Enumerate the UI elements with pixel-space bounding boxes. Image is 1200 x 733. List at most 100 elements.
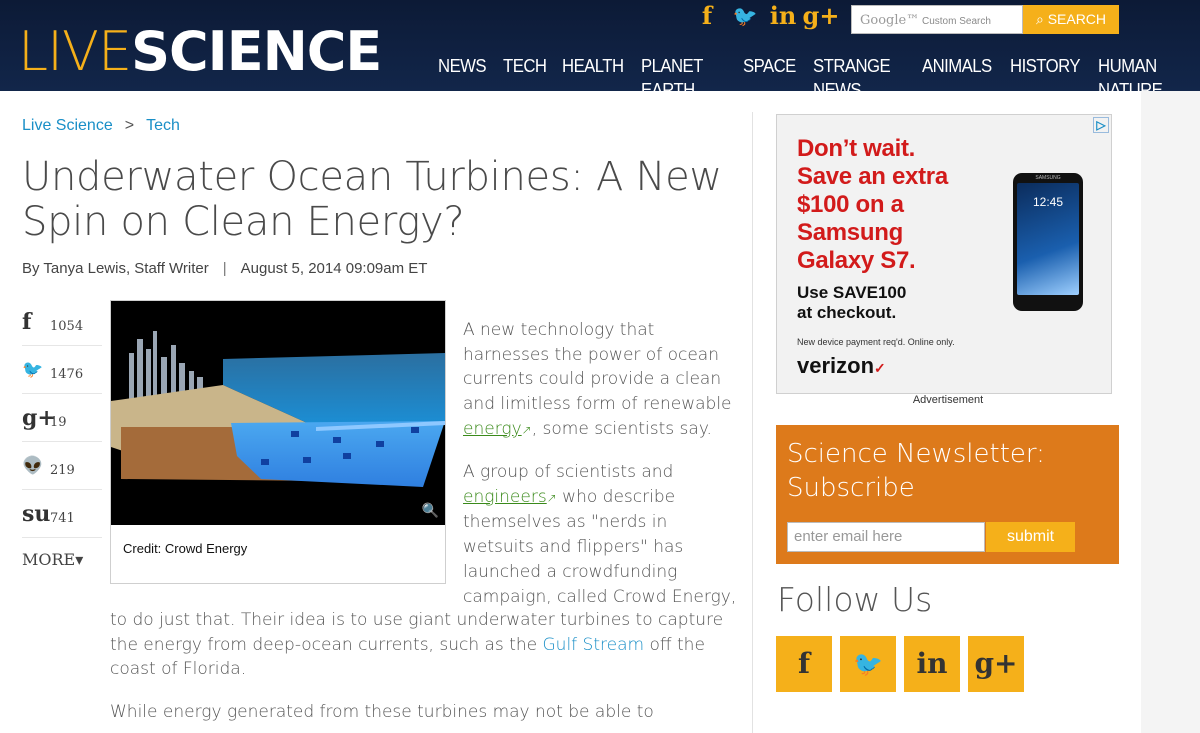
article-paragraph-1: A new technology that harnesses the powe… [463, 318, 738, 443]
publish-date: August 5, 2014 09:09am ET [240, 260, 428, 277]
nav-item-news[interactable]: NEWS [432, 54, 492, 102]
search-placeholder: Custom Search [922, 16, 991, 27]
linkedin-icon[interactable]: in [904, 636, 960, 692]
ad-promo-code: Use SAVE100 at checkout. [797, 283, 906, 323]
ad-code-line: Use SAVE100 [797, 283, 907, 302]
twitter-icon: 🐦 [22, 359, 44, 380]
ad-headline: Don’t wait. Save an extra $100 on a Sams… [797, 135, 948, 275]
chevron-down-icon: ▾ [75, 550, 84, 569]
reddit-icon: 👽 [22, 455, 44, 476]
phone-brand: SAMSUNG [1035, 175, 1061, 181]
article-figure: 🔍 Credit: Crowd Energy [110, 300, 446, 584]
share-more-button[interactable]: MORE▾ [22, 550, 102, 569]
googleplus-icon: g+ [22, 404, 56, 431]
figure-caption: Credit: Crowd Energy [123, 541, 248, 556]
search-button[interactable]: ⌕ SEARCH [1023, 5, 1119, 34]
energy-link[interactable]: energy [463, 419, 522, 439]
site-header: LIVESCIENCE f 🐦 in g+ Google™ Custom Sea… [0, 0, 1200, 100]
newsletter-title-line: Subscribe [787, 473, 915, 503]
submit-button[interactable]: submit [986, 522, 1075, 552]
breadcrumb-root[interactable]: Live Science [22, 117, 113, 134]
breadcrumb: Live Science > Tech [22, 117, 180, 135]
main-nav: NEWS TECH HEALTH PLANET EARTH SPACE STRA… [432, 54, 1200, 102]
search-brand: Google™ [860, 13, 920, 28]
logo-live: LIVE [18, 20, 132, 83]
external-link-icon: ↗ [546, 490, 557, 505]
logo-science: SCIENCE [131, 20, 382, 83]
site-logo[interactable]: LIVESCIENCE [18, 20, 382, 83]
byline-separator: | [222, 260, 227, 277]
phone-image: SAMSUNG 12:45 [1013, 173, 1083, 311]
article-title: Underwater Ocean Turbines: A New Spin on… [22, 154, 722, 245]
phone-screen: 12:45 [1017, 183, 1079, 295]
follow-us-heading: Follow Us [777, 580, 933, 619]
share-more-label: MORE [22, 550, 76, 569]
ad-headline-line: Galaxy S7. [797, 247, 916, 274]
nav-item-animals[interactable]: ANIMALS [916, 54, 998, 102]
ad-label: Advertisement [912, 394, 984, 406]
ad-brand-name: verizon [797, 353, 875, 378]
external-link-icon: ↗ [521, 422, 532, 437]
ad-headline-line: Save an extra [797, 163, 948, 190]
facebook-icon[interactable]: f [776, 636, 832, 692]
googleplus-icon[interactable]: g+ [802, 2, 840, 30]
newsletter-box: Science Newsletter: Subscribe enter emai… [776, 425, 1119, 564]
search-icon: ⌕ [1035, 11, 1044, 27]
share-count: 741 [50, 511, 75, 526]
facebook-icon: f [22, 308, 32, 335]
page-gutter [1141, 91, 1200, 733]
ad-fine-print: New device payment req'd. Online only. [797, 337, 955, 347]
paragraph-text: , some scientists say. [531, 418, 712, 439]
newsletter-title-line: Science Newsletter: [787, 439, 1045, 469]
linkedin-icon[interactable]: in [764, 2, 802, 30]
breadcrumb-separator: > [124, 117, 135, 134]
facebook-icon[interactable]: f [688, 2, 726, 30]
article-paragraph-3: While energy generated from these turbin… [110, 702, 654, 722]
ad-brand: verizon✓ [797, 353, 886, 379]
phone-time: 12:45 [1032, 195, 1064, 209]
share-count: 19 [50, 415, 67, 430]
ad-code-line: at checkout. [797, 303, 897, 322]
engineers-link[interactable]: engineers [463, 487, 547, 507]
nav-item-strange-news[interactable]: STRANGE NEWS [807, 54, 909, 102]
share-googleplus[interactable]: g+ 19 [22, 394, 102, 442]
share-count: 1054 [50, 319, 84, 334]
share-twitter[interactable]: 🐦 1476 [22, 346, 102, 394]
adchoices-icon[interactable]: ▷ [1093, 117, 1109, 133]
ad-headline-line: Samsung [797, 219, 903, 246]
search-input[interactable]: Google™ Custom Search [851, 5, 1023, 34]
author[interactable]: By Tanya Lewis, Staff Writer [22, 260, 209, 277]
nav-item-planet-earth[interactable]: PLANET EARTH [635, 54, 730, 102]
nav-item-space[interactable]: SPACE [737, 54, 802, 102]
googleplus-icon[interactable]: g+ [968, 636, 1024, 692]
article-paragraph-2-continued: to do just that. Their idea is to use gi… [110, 608, 740, 682]
search-button-label: SEARCH [1047, 11, 1107, 27]
email-field[interactable]: enter email here [787, 522, 985, 552]
checkmark-icon: ✓ [874, 360, 886, 376]
ad-headline-line: Don’t wait. [797, 135, 916, 162]
twitter-icon[interactable]: 🐦 [726, 2, 764, 30]
ad-headline-line: $100 on a [797, 191, 904, 218]
nav-item-tech[interactable]: TECH [497, 54, 552, 102]
byline: By Tanya Lewis, Staff Writer | August 5, 2… [22, 260, 427, 277]
share-count: 1476 [50, 367, 84, 382]
nav-item-history[interactable]: HISTORY [1004, 54, 1086, 102]
column-divider [752, 112, 753, 733]
zoom-icon[interactable]: 🔍 [422, 502, 439, 519]
stumbleupon-icon: su [22, 500, 51, 527]
advertisement[interactable]: ▷ Don’t wait. Save an extra $100 on a Sa… [776, 114, 1112, 394]
share-reddit[interactable]: 👽 219 [22, 442, 102, 490]
paragraph-text: A group of scientists and [463, 462, 674, 482]
gulf-stream-link[interactable]: Gulf Stream [543, 635, 645, 655]
share-facebook[interactable]: f 1054 [22, 298, 102, 346]
breadcrumb-current[interactable]: Tech [146, 117, 180, 134]
share-stumbleupon[interactable]: su 741 [22, 490, 102, 538]
article-paragraph-2: A group of scientists and engineers↗ who… [463, 460, 738, 609]
article-image[interactable]: 🔍 [111, 301, 445, 525]
share-count: 219 [50, 463, 75, 478]
header-social-links: f 🐦 in g+ [688, 2, 840, 30]
follow-us-links: f 🐦 in g+ [776, 636, 1024, 692]
nav-item-health[interactable]: HEALTH [556, 54, 630, 102]
newsletter-title: Science Newsletter: Subscribe [787, 437, 1045, 505]
twitter-icon[interactable]: 🐦 [840, 636, 896, 692]
